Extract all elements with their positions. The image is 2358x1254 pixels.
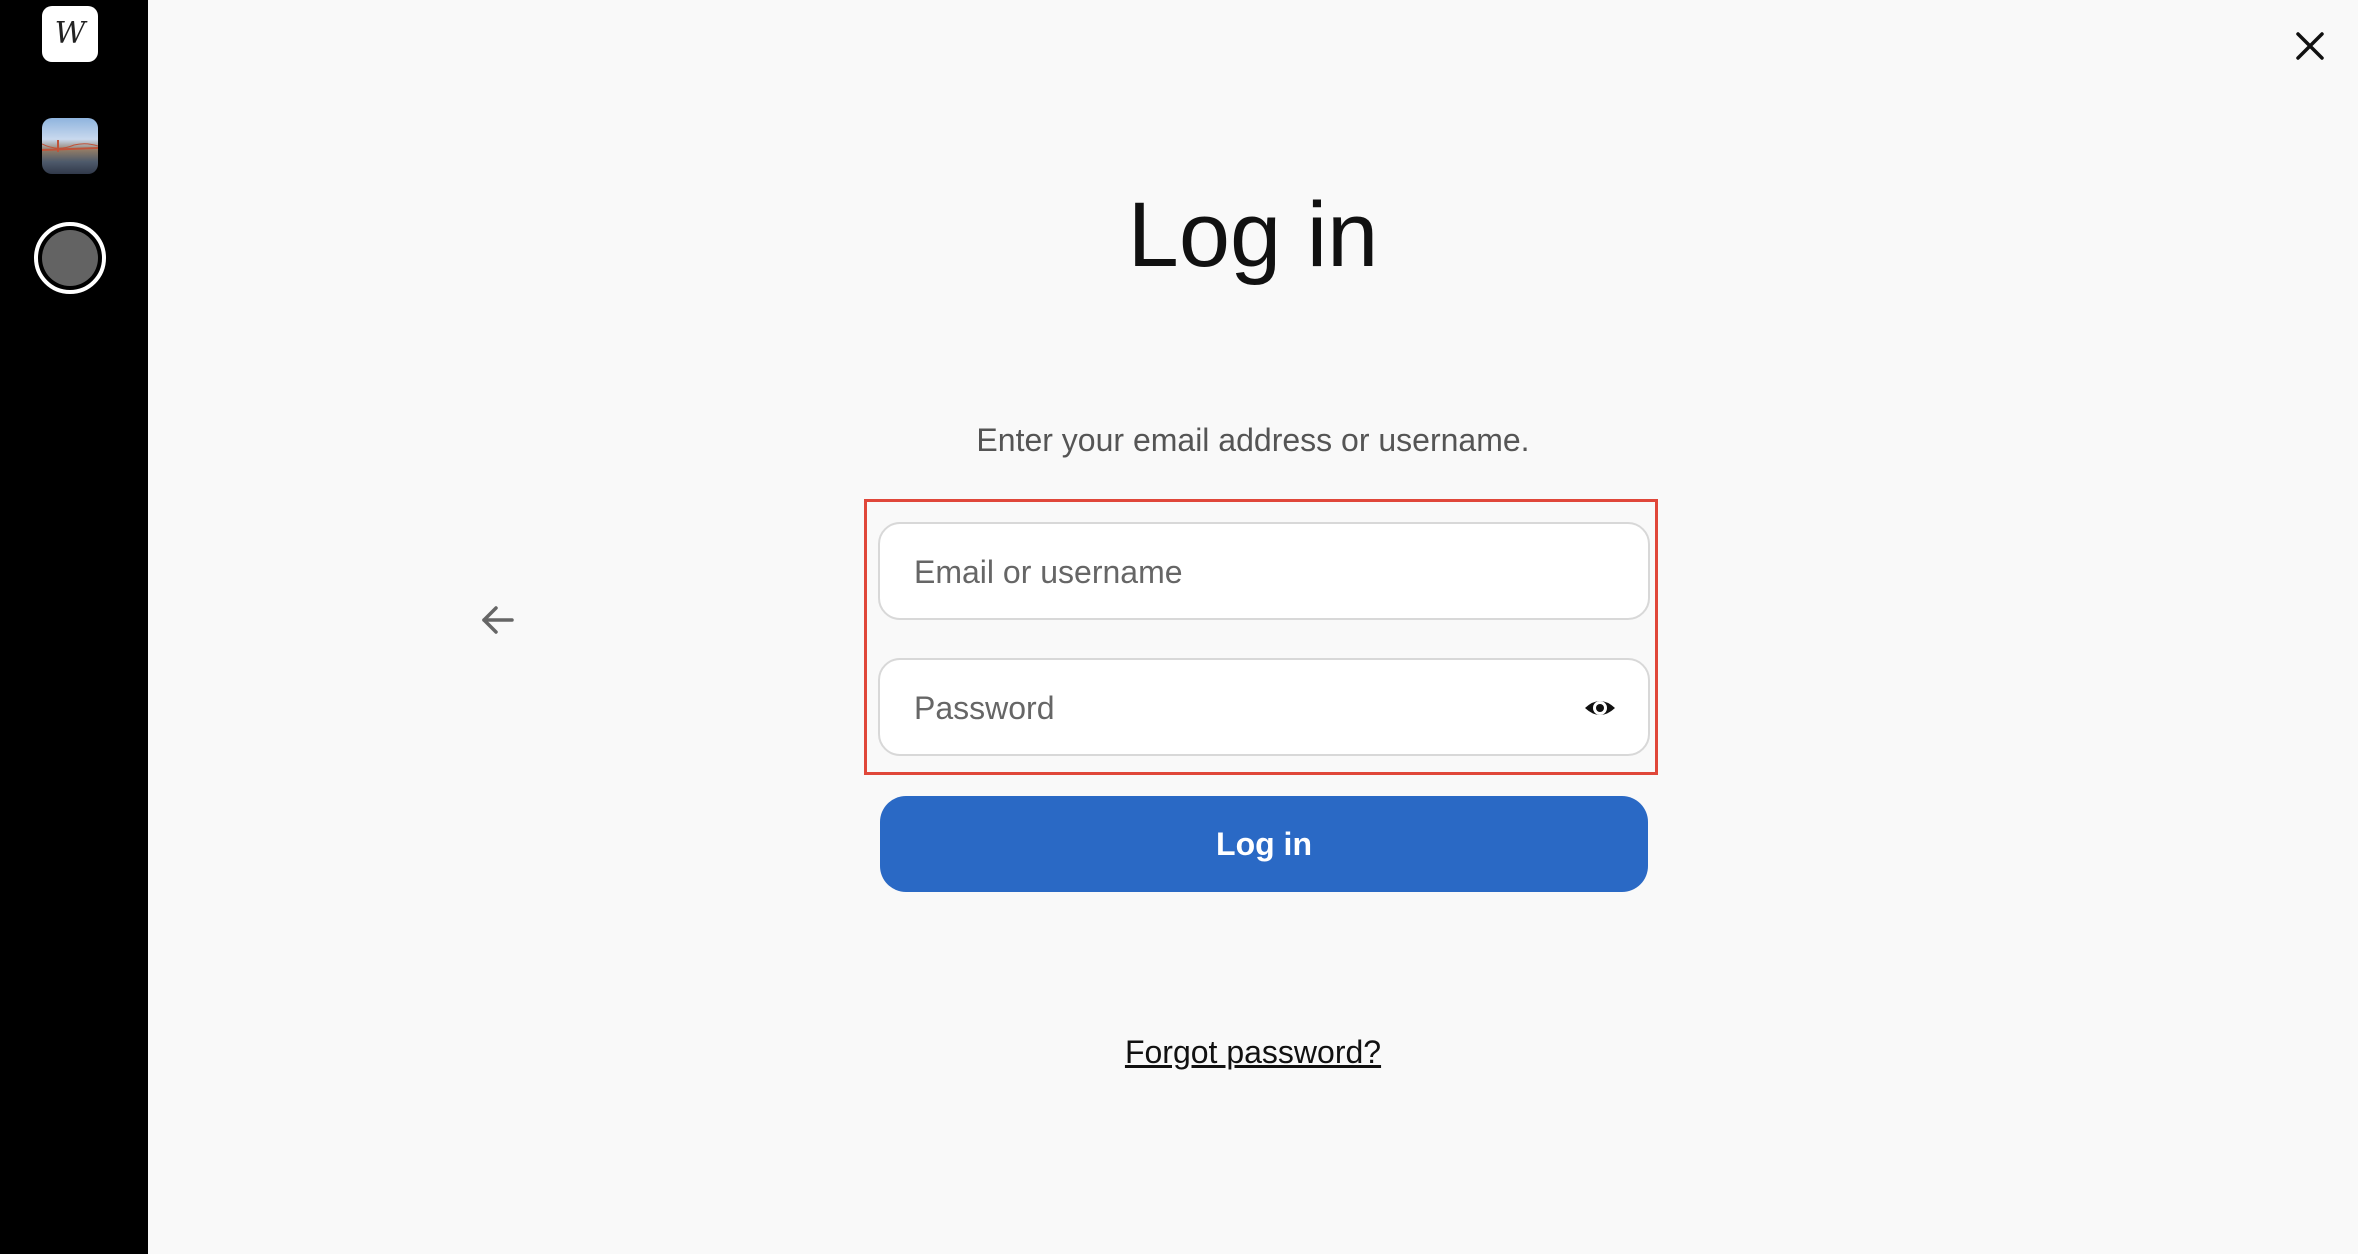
wix-app-icon[interactable]: W xyxy=(42,6,98,62)
page-title: Log in xyxy=(1127,184,1379,286)
forgot-password-link[interactable]: Forgot password? xyxy=(1125,1034,1381,1070)
photo-thumbnail[interactable] xyxy=(42,118,98,174)
wix-logo-icon: W xyxy=(54,16,86,51)
close-icon[interactable] xyxy=(2290,26,2330,66)
bridge-image-icon xyxy=(42,140,98,152)
login-instructions: Enter your email address or username. xyxy=(976,422,1530,458)
password-input[interactable] xyxy=(912,660,1556,756)
email-input[interactable] xyxy=(912,524,1556,620)
login-button[interactable]: Log in xyxy=(880,796,1648,892)
password-field xyxy=(878,658,1650,756)
arrow-left-icon[interactable] xyxy=(478,600,518,640)
forgot-password-row: Forgot password? xyxy=(148,1032,2358,1072)
app-sidebar: W xyxy=(0,0,148,1254)
record-dot-icon xyxy=(42,230,98,286)
eye-icon[interactable] xyxy=(1582,690,1618,726)
record-button[interactable] xyxy=(34,222,106,294)
email-field xyxy=(878,522,1650,620)
